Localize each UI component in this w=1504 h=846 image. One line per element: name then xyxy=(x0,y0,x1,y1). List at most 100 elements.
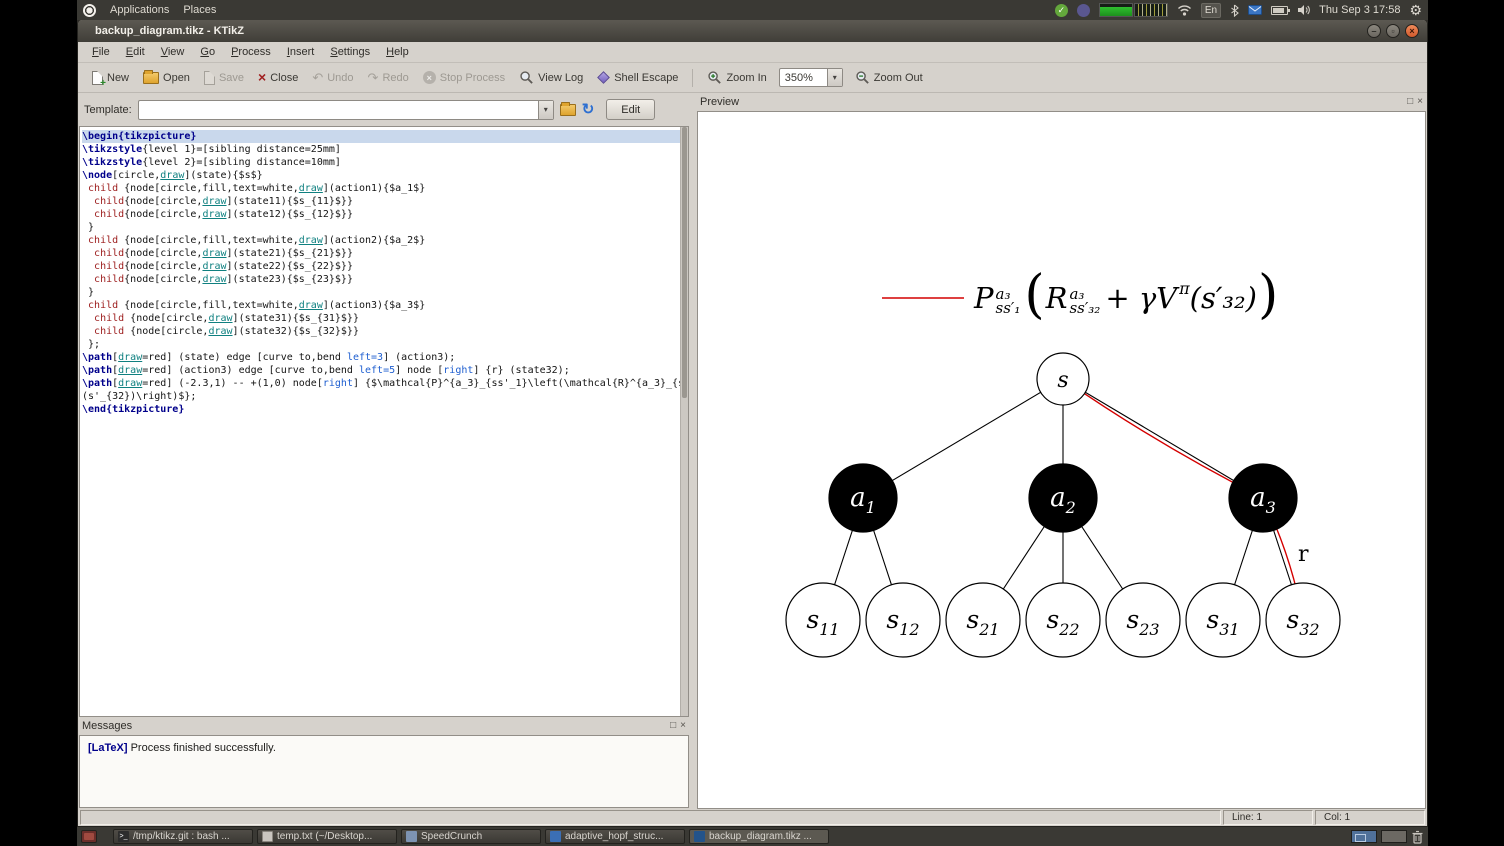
code-line[interactable]: child{node[circle,draw](state11){$s_{11}… xyxy=(82,195,680,208)
code-line[interactable]: child{node[circle,draw](state21){$s_{21}… xyxy=(82,247,680,260)
open-button[interactable]: Open xyxy=(137,69,196,87)
shell-escape-button[interactable]: Shell Escape xyxy=(591,69,684,87)
code-line[interactable]: } xyxy=(82,286,680,299)
taskbar-item-adaptive-hopf[interactable]: adaptive_hopf_struc... xyxy=(545,829,685,844)
taskbar-item-speedcrunch[interactable]: SpeedCrunch xyxy=(401,829,541,844)
battery-icon[interactable] xyxy=(1271,5,1291,15)
zoom-dropdown-arrow-icon[interactable]: ▾ xyxy=(826,69,842,86)
new-button[interactable]: New xyxy=(86,68,135,89)
messages-float-icon[interactable]: □ xyxy=(670,721,676,731)
view-log-button[interactable]: View Log xyxy=(513,67,589,88)
session-gear-icon[interactable]: ⚙ xyxy=(1409,3,1422,17)
stop-process-button[interactable]: × Stop Process xyxy=(417,68,511,87)
code-line[interactable]: child{node[circle,draw](state22){$s_{22}… xyxy=(82,260,680,273)
redo-button[interactable]: ↷ Redo xyxy=(362,68,415,87)
code-line[interactable]: child {node[circle,draw](state31){$s_{31… xyxy=(82,312,680,325)
menu-insert[interactable]: Insert xyxy=(279,44,323,60)
code-line[interactable]: \tikzstyle{level 2}=[sibling distance=10… xyxy=(82,156,680,169)
ktikz-icon xyxy=(694,831,705,842)
menu-process[interactable]: Process xyxy=(223,44,279,60)
ubuntu-logo-icon xyxy=(83,3,96,17)
clock[interactable]: Thu Sep 3 17:58 xyxy=(1319,4,1400,16)
editor-scrollbar[interactable] xyxy=(680,127,688,716)
mail-icon[interactable] xyxy=(1248,5,1263,15)
messages-close-icon[interactable]: × xyxy=(680,721,686,731)
code-line[interactable]: \path[draw=red] (-2.3,1) -- +(1,0) node[… xyxy=(82,377,688,390)
wifi-icon[interactable] xyxy=(1177,4,1192,16)
title-bar[interactable]: backup_diagram.tikz - KTikZ – ▫ × xyxy=(78,20,1427,42)
toolbar-separator xyxy=(692,68,694,87)
menu-file[interactable]: File xyxy=(84,44,118,60)
menu-view[interactable]: View xyxy=(153,44,193,60)
places-menu[interactable]: Places xyxy=(183,4,216,16)
open-folder-icon xyxy=(143,69,160,84)
zoom-out-button[interactable]: Zoom Out xyxy=(849,67,929,88)
trash-icon[interactable] xyxy=(1411,830,1424,844)
menu-edit[interactable]: Edit xyxy=(118,44,153,60)
code-line[interactable]: \path[draw=red] (action3) edge [curve to… xyxy=(82,364,680,377)
system-monitor-applet[interactable] xyxy=(1098,3,1168,17)
save-button[interactable]: Save xyxy=(198,68,250,88)
code-line[interactable]: \end{tikzpicture} xyxy=(82,403,680,416)
bluetooth-icon[interactable] xyxy=(1230,4,1239,17)
status-col: Col: 1 xyxy=(1315,810,1425,825)
menu-settings[interactable]: Settings xyxy=(322,44,378,60)
close-window-button[interactable]: × xyxy=(1405,24,1419,38)
taskbar-item-textfile[interactable]: temp.txt (~/Desktop... xyxy=(257,829,397,844)
code-line[interactable]: \tikzstyle{level 1}=[sibling distance=25… xyxy=(82,143,680,156)
show-desktop-icon[interactable] xyxy=(81,830,97,843)
code-area[interactable]: \begin{tikzpicture} \tikzstyle{level 1}=[… xyxy=(80,130,688,716)
volume-icon[interactable] xyxy=(1297,4,1310,16)
workspace-2[interactable] xyxy=(1381,830,1407,843)
template-combobox[interactable]: ▾ xyxy=(137,99,554,120)
template-browse-icon[interactable] xyxy=(559,101,576,116)
preview-close-icon[interactable]: × xyxy=(1417,97,1423,107)
code-line[interactable]: } xyxy=(82,221,680,234)
undo-button[interactable]: ↶ Undo xyxy=(306,68,359,87)
code-editor[interactable]: \begin{tikzpicture} \tikzstyle{level 1}=[… xyxy=(79,126,689,717)
taskbar-item-backup-diagram[interactable]: backup_diagram.tikz ... xyxy=(689,829,829,844)
keyboard-layout-indicator[interactable]: En xyxy=(1200,2,1222,18)
zoom-level-combobox[interactable]: 350% ▾ xyxy=(778,68,843,87)
workspace-1[interactable] xyxy=(1351,830,1377,843)
backup-diagram: sa1 a2 a3s11 s12 s21 s22 s23 s31 s32r xyxy=(785,297,1341,658)
preview-formula: Pa₃ ss′₁ ( Ra₃ ss′₃₂ + γV π (s′₃₂) ) xyxy=(974,265,1279,325)
tree-edge xyxy=(1062,378,1264,499)
time-tracker-icon[interactable] xyxy=(1076,3,1090,17)
applications-menu[interactable]: Applications xyxy=(110,4,169,16)
reward-label: r xyxy=(1298,542,1309,567)
code-line[interactable]: child{node[circle,draw](state12){$s_{12}… xyxy=(82,208,680,221)
code-line[interactable]: child {node[circle,draw](state32){$s_{32… xyxy=(82,325,680,338)
save-icon xyxy=(203,70,215,85)
maximize-button[interactable]: ▫ xyxy=(1386,24,1400,38)
template-reload-icon[interactable]: ↻ xyxy=(582,102,595,117)
code-line[interactable]: child{node[circle,draw](state23){$s_{23}… xyxy=(82,273,680,286)
template-dropdown-arrow-icon[interactable]: ▾ xyxy=(537,100,553,119)
status-line: Line: 1 xyxy=(1223,810,1313,825)
code-line[interactable]: \node[circle,draw](state){$s$} xyxy=(82,169,680,182)
toolbar: New Open Save × Close ↶ Undo ↷ Redo xyxy=(78,63,1427,93)
update-ok-icon[interactable]: ✓ xyxy=(1054,3,1068,17)
status-message-cell xyxy=(80,810,1221,825)
code-line[interactable]: child {node[circle,fill,text=white,draw]… xyxy=(82,299,680,312)
code-line[interactable]: \begin{tikzpicture} xyxy=(82,130,680,143)
code-line[interactable]: (s'_{32})\right)$}; xyxy=(82,390,680,403)
preview-float-icon[interactable]: □ xyxy=(1407,97,1413,107)
editor-scrollbar-thumb[interactable] xyxy=(682,127,687,398)
code-line[interactable]: child {node[circle,fill,text=white,draw]… xyxy=(82,234,680,247)
code-line[interactable]: }; xyxy=(82,338,680,351)
template-edit-button[interactable]: Edit xyxy=(606,99,656,120)
code-line[interactable]: child {node[circle,fill,text=white,draw]… xyxy=(82,182,680,195)
taskbar-item-terminal[interactable]: >_ /tmp/ktikz.git : bash ... xyxy=(113,829,253,844)
code-line[interactable]: \path[draw=red] (state) edge [curve to,b… xyxy=(82,351,680,364)
desktop: Applications Places ✓ En Thu Sep 3 17:58… xyxy=(77,0,1428,846)
menu-help[interactable]: Help xyxy=(378,44,417,60)
minimize-button[interactable]: – xyxy=(1367,24,1381,38)
shell-escape-icon xyxy=(597,71,611,84)
template-label: Template: xyxy=(84,103,132,116)
zoom-in-button[interactable]: Zoom In xyxy=(701,67,772,88)
status-bar: Line: 1 Col: 1 xyxy=(78,809,1427,826)
close-file-button[interactable]: × Close xyxy=(252,68,304,87)
menu-go[interactable]: Go xyxy=(192,44,223,60)
new-document-icon xyxy=(92,70,106,89)
